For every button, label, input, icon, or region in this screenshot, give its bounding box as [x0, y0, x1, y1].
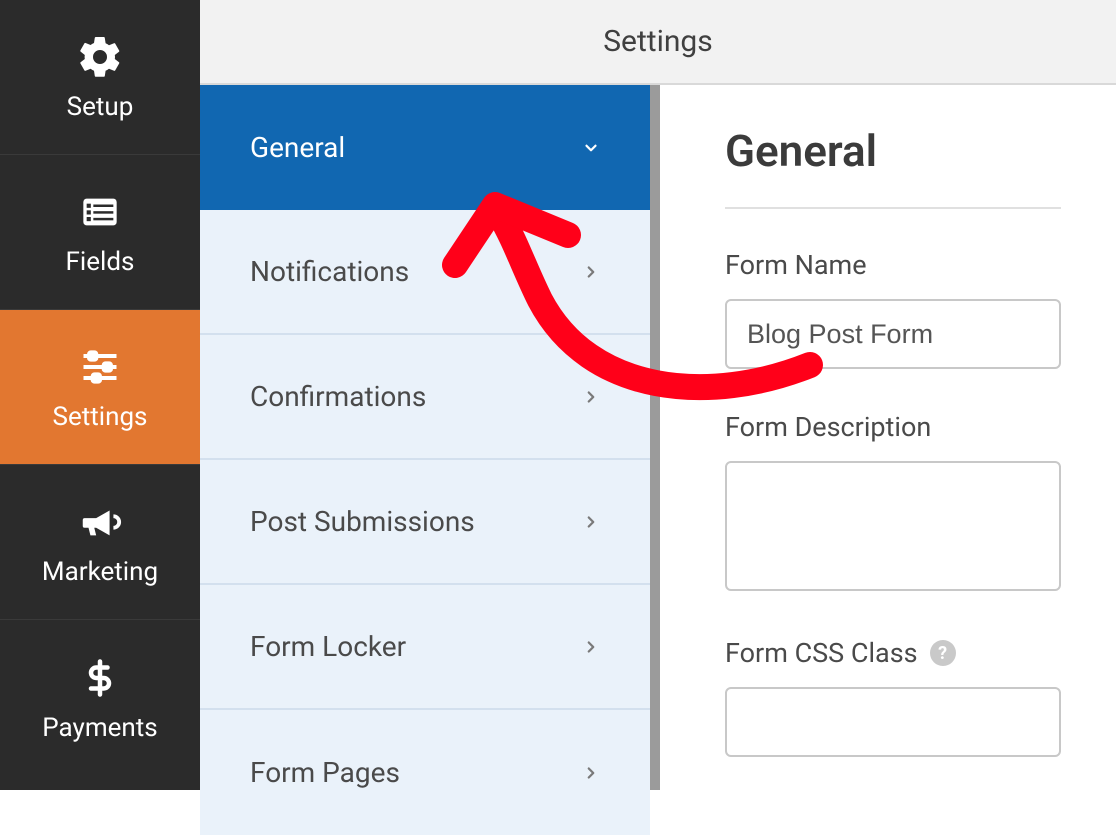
sidebar-item-marketing[interactable]: Marketing: [0, 465, 200, 620]
form-name-label: Form Name: [725, 249, 1061, 281]
sidebar-label: Fields: [66, 247, 135, 277]
submenu-label: Form Locker: [250, 630, 406, 663]
field-group-form-name: Form Name: [725, 249, 1061, 369]
sidebar-item-settings[interactable]: Settings: [0, 310, 200, 465]
submenu-item-post-submissions[interactable]: Post Submissions: [200, 460, 650, 585]
submenu-item-confirmations[interactable]: Confirmations: [200, 335, 650, 460]
section-title: General: [725, 125, 1061, 177]
submenu-item-notifications[interactable]: Notifications: [200, 210, 650, 335]
sidebar-label: Payments: [42, 713, 157, 743]
chevron-down-icon: [582, 131, 600, 164]
field-group-form-description: Form Description: [725, 411, 1061, 595]
megaphone-icon: [75, 497, 125, 547]
sidebar-item-fields[interactable]: Fields: [0, 155, 200, 310]
chevron-right-icon: [582, 630, 600, 663]
gear-icon: [75, 32, 125, 82]
chevron-right-icon: [582, 255, 600, 288]
help-icon[interactable]: ?: [930, 640, 956, 666]
chevron-right-icon: [582, 756, 600, 789]
topbar: Settings: [200, 0, 1116, 85]
submenu-item-general[interactable]: General: [200, 85, 650, 210]
sidebar-label: Setup: [67, 92, 134, 122]
submenu-label: General: [250, 131, 345, 164]
form-css-class-label: Form CSS Class: [725, 637, 918, 669]
sidebar-item-payments[interactable]: Payments: [0, 620, 200, 775]
sidebar-label: Settings: [53, 402, 148, 432]
form-description-input[interactable]: [725, 461, 1061, 591]
form-css-class-input[interactable]: [725, 687, 1061, 757]
settings-submenu: General Notifications Confirmations Post…: [200, 85, 660, 790]
list-icon: [75, 187, 125, 237]
main-panel: General Form Name Form Description Form …: [670, 85, 1116, 790]
sliders-icon: [75, 342, 125, 392]
submenu-item-form-locker[interactable]: Form Locker: [200, 585, 650, 710]
submenu-label: Form Pages: [250, 756, 400, 789]
sidebar-label: Marketing: [42, 557, 158, 587]
submenu-item-form-pages[interactable]: Form Pages: [200, 710, 650, 835]
divider: [725, 207, 1061, 209]
sidebar-item-setup[interactable]: Setup: [0, 0, 200, 155]
submenu-label: Confirmations: [250, 380, 426, 413]
submenu-label: Notifications: [250, 255, 409, 288]
dollar-icon: [75, 653, 125, 703]
chevron-right-icon: [582, 505, 600, 538]
chevron-right-icon: [582, 380, 600, 413]
submenu-label: Post Submissions: [250, 505, 475, 538]
page-title: Settings: [603, 24, 713, 59]
main-sidebar: Setup Fields Settings Marketing Payments: [0, 0, 200, 790]
form-name-input[interactable]: [725, 299, 1061, 369]
field-group-form-css-class: Form CSS Class ?: [725, 637, 1061, 757]
form-description-label: Form Description: [725, 411, 1061, 443]
